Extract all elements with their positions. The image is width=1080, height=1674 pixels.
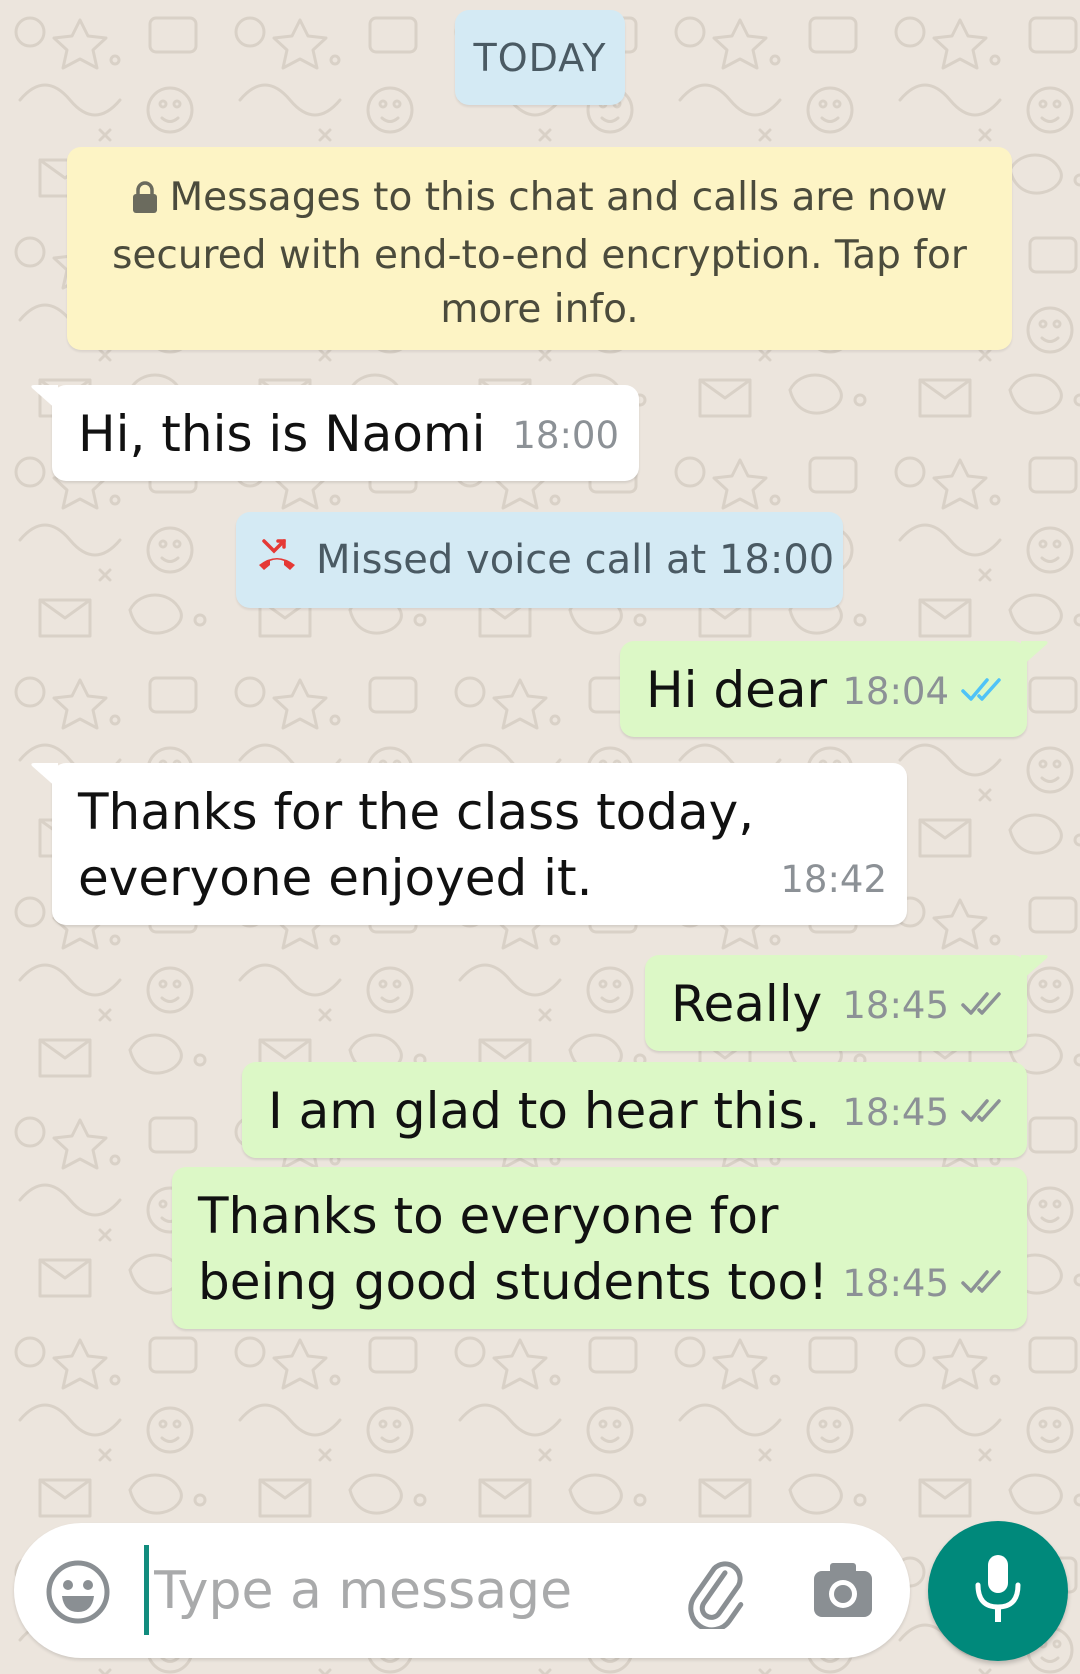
message-input[interactable] bbox=[154, 1543, 654, 1638]
emoji-icon[interactable] bbox=[44, 1558, 112, 1626]
message-time: 18:45 bbox=[842, 1262, 949, 1305]
camera-icon[interactable] bbox=[810, 1557, 876, 1623]
mic-icon bbox=[968, 1551, 1028, 1631]
message-time: 18:45 bbox=[842, 1091, 949, 1134]
bubble-tail bbox=[31, 763, 58, 789]
bubble-tail bbox=[1021, 955, 1048, 981]
date-chip: TODAY bbox=[455, 10, 625, 105]
missed-call-notice[interactable]: Missed voice call at 18:00 bbox=[236, 512, 843, 608]
double-check-icon bbox=[961, 1251, 1007, 1317]
message-text: Thanks to everyone for being good studen… bbox=[198, 1187, 829, 1311]
double-check-icon bbox=[961, 973, 1007, 1039]
message-text: I am glad to hear this. bbox=[268, 1082, 821, 1140]
bubble-tail bbox=[31, 385, 58, 411]
message-bubble-outgoing[interactable]: Hi dear 18:04 bbox=[620, 641, 1048, 737]
message-text: Thanks for the class today, everyone enj… bbox=[78, 783, 755, 907]
mic-button[interactable] bbox=[928, 1521, 1068, 1661]
lock-icon bbox=[132, 175, 158, 229]
double-check-icon bbox=[961, 659, 1007, 725]
missed-call-text: Missed voice call at 18:00 bbox=[316, 537, 835, 583]
message-bubble-outgoing[interactable]: I am glad to hear this. 18:45 bbox=[242, 1062, 1027, 1158]
message-time: 18:04 bbox=[842, 670, 949, 713]
message-bubble-incoming[interactable]: Thanks for the class today, everyone enj… bbox=[31, 763, 907, 925]
message-time: 18:42 bbox=[780, 858, 887, 901]
message-text: Hi dear bbox=[646, 661, 828, 719]
paperclip-icon[interactable] bbox=[676, 1553, 752, 1633]
message-text: Hi, this is Naomi bbox=[78, 405, 486, 463]
message-time: 18:45 bbox=[842, 984, 949, 1027]
missed-call-icon bbox=[256, 535, 298, 585]
encryption-notice-text: Messages to this chat and calls are now … bbox=[112, 175, 967, 332]
message-text: Really bbox=[671, 975, 823, 1033]
message-time: 18:00 bbox=[512, 414, 619, 457]
message-bubble-incoming[interactable]: Hi, this is Naomi 18:00 bbox=[31, 385, 639, 481]
message-bubble-outgoing[interactable]: Thanks to everyone for being good studen… bbox=[172, 1167, 1027, 1329]
bubble-tail bbox=[1021, 641, 1048, 667]
message-bubble-outgoing[interactable]: Really 18:45 bbox=[645, 955, 1048, 1051]
double-check-icon bbox=[961, 1080, 1007, 1146]
encryption-notice[interactable]: Messages to this chat and calls are now … bbox=[67, 147, 1012, 350]
text-cursor bbox=[144, 1545, 149, 1635]
message-input-bar bbox=[14, 1523, 910, 1658]
